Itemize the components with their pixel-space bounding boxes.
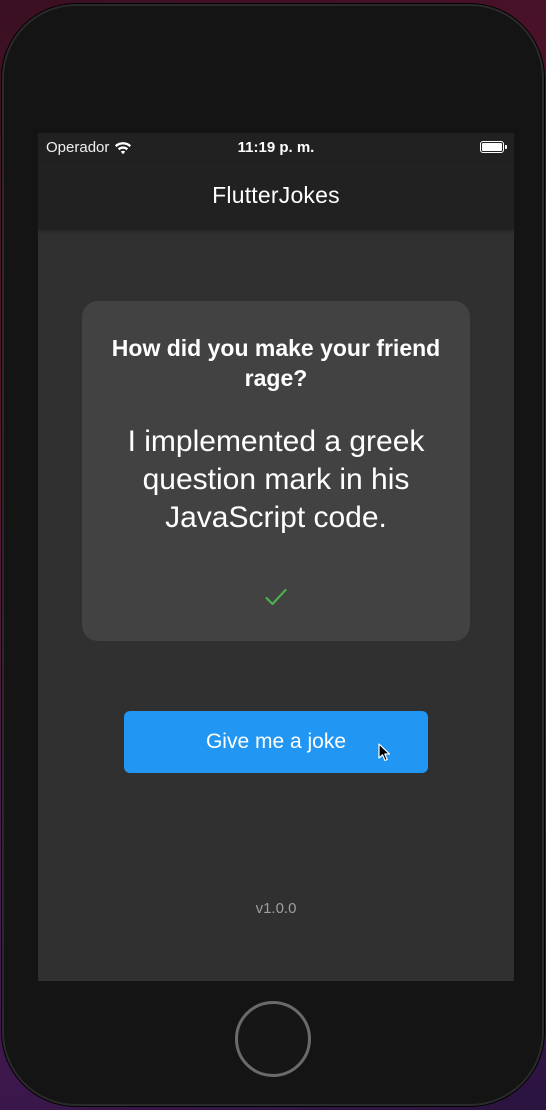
mouse-cursor-icon — [378, 743, 391, 762]
status-bar: Operador 11:19 p. m. — [38, 133, 514, 163]
status-time: 11:19 p. m. — [237, 139, 315, 156]
check-icon — [265, 588, 287, 606]
app-title: FlutterJokes — [212, 182, 340, 208]
give-joke-button[interactable]: Give me a joke — [124, 711, 428, 773]
home-button[interactable] — [235, 1001, 311, 1077]
version-label: v1.0.0 — [255, 900, 297, 917]
phone-frame: Operador 11:19 p. m. FlutterJokes How di… — [2, 4, 544, 1106]
joke-setup: How did you make your friend rage? — [111, 335, 441, 391]
battery-icon — [480, 141, 507, 153]
joke-card[interactable]: How did you make your friend rage? I imp… — [82, 301, 470, 641]
app-bar: FlutterJokes — [38, 163, 514, 229]
joke-punchline: I implemented a greek question mark in h… — [127, 425, 425, 534]
app-screen: Operador 11:19 p. m. FlutterJokes How di… — [38, 133, 514, 981]
